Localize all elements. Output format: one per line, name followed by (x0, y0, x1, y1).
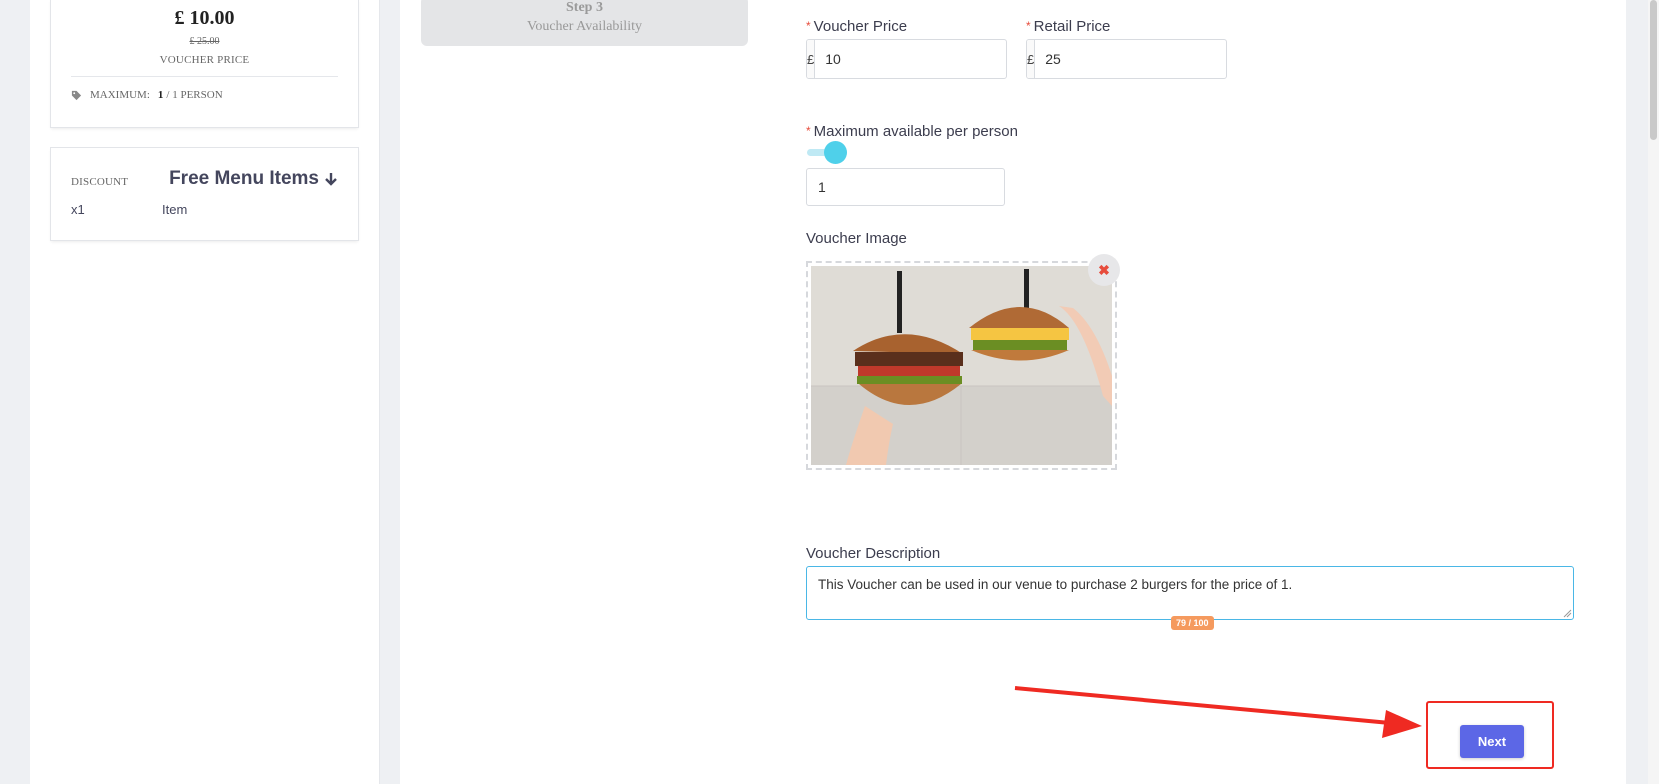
discount-title[interactable]: Free Menu Items (169, 168, 338, 190)
discount-card: DISCOUNT Free Menu Items x1 Item (51, 148, 358, 240)
discount-item: Item (162, 202, 188, 217)
retail-price-input-group: £ (1026, 39, 1227, 79)
retail-price-value: £ 25.00 (189, 36, 220, 47)
retail-price-input[interactable] (1035, 40, 1226, 78)
annotation-highlight-box (1426, 701, 1554, 769)
step-3-tab[interactable]: Step 3 Voucher Availability (421, 0, 748, 46)
voucher-image-label: Voucher Image (806, 230, 907, 247)
required-marker: * (806, 19, 811, 33)
tag-icon (71, 90, 82, 100)
currency-addon: £ (1027, 40, 1036, 78)
maximum-row: MAXIMUM: 1 / 1 PERSON (71, 89, 223, 101)
step-title: Step 3 (566, 0, 603, 15)
max-per-person-input[interactable] (806, 168, 1005, 206)
voucher-description-textarea[interactable]: This Voucher can be used in our venue to… (806, 566, 1574, 620)
burger-photo-image (811, 266, 1112, 465)
voucher-price-caption: VOUCHER PRICE (159, 54, 250, 66)
required-marker: * (806, 124, 811, 138)
maximum-label: MAXIMUM: (90, 89, 150, 101)
discount-label: DISCOUNT (71, 176, 129, 188)
voucher-price-input-group: £ (806, 39, 1007, 79)
page-scrollbar[interactable] (1648, 0, 1659, 784)
remove-image-button[interactable]: ✖ (1088, 254, 1120, 286)
annotation-arrow-icon (1014, 686, 1422, 738)
max-per-person-label: * Maximum available per person (806, 123, 1018, 140)
character-counter-badge: 79 / 100 (1171, 616, 1214, 630)
scrollbar-thumb[interactable] (1650, 0, 1657, 140)
retail-price-label: * Retail Price (1026, 18, 1111, 35)
voucher-description-label: Voucher Description (806, 545, 941, 562)
maximum-value: 1 (157, 89, 164, 101)
arrow-down-icon (325, 173, 337, 186)
currency-addon: £ (807, 40, 816, 78)
discount-title-text: Free Menu Items (169, 168, 319, 189)
max-per-person-slider-handle[interactable] (824, 141, 847, 164)
close-icon: ✖ (1098, 261, 1110, 278)
voucher-image-preview[interactable] (806, 261, 1117, 470)
divider (71, 76, 338, 77)
required-marker: * (1026, 19, 1031, 33)
voucher-form-panel: Step 3 Voucher Availability * Voucher Pri… (400, 0, 1626, 784)
maximum-unit: / 1 PERSON (166, 89, 223, 101)
voucher-price-value: £ 10.00 (174, 7, 235, 29)
voucher-price-label: * Voucher Price (806, 18, 908, 35)
order-summary-panel: £ 10.00 £ 25.00 VOUCHER PRICE MAXIMUM: 1… (30, 0, 380, 784)
price-card: £ 10.00 £ 25.00 VOUCHER PRICE MAXIMUM: 1… (51, 0, 358, 127)
step-subtitle: Voucher Availability (527, 19, 642, 34)
voucher-price-input[interactable] (815, 40, 1006, 78)
resize-handle-icon[interactable] (1563, 609, 1572, 618)
discount-quantity: x1 (71, 202, 85, 217)
